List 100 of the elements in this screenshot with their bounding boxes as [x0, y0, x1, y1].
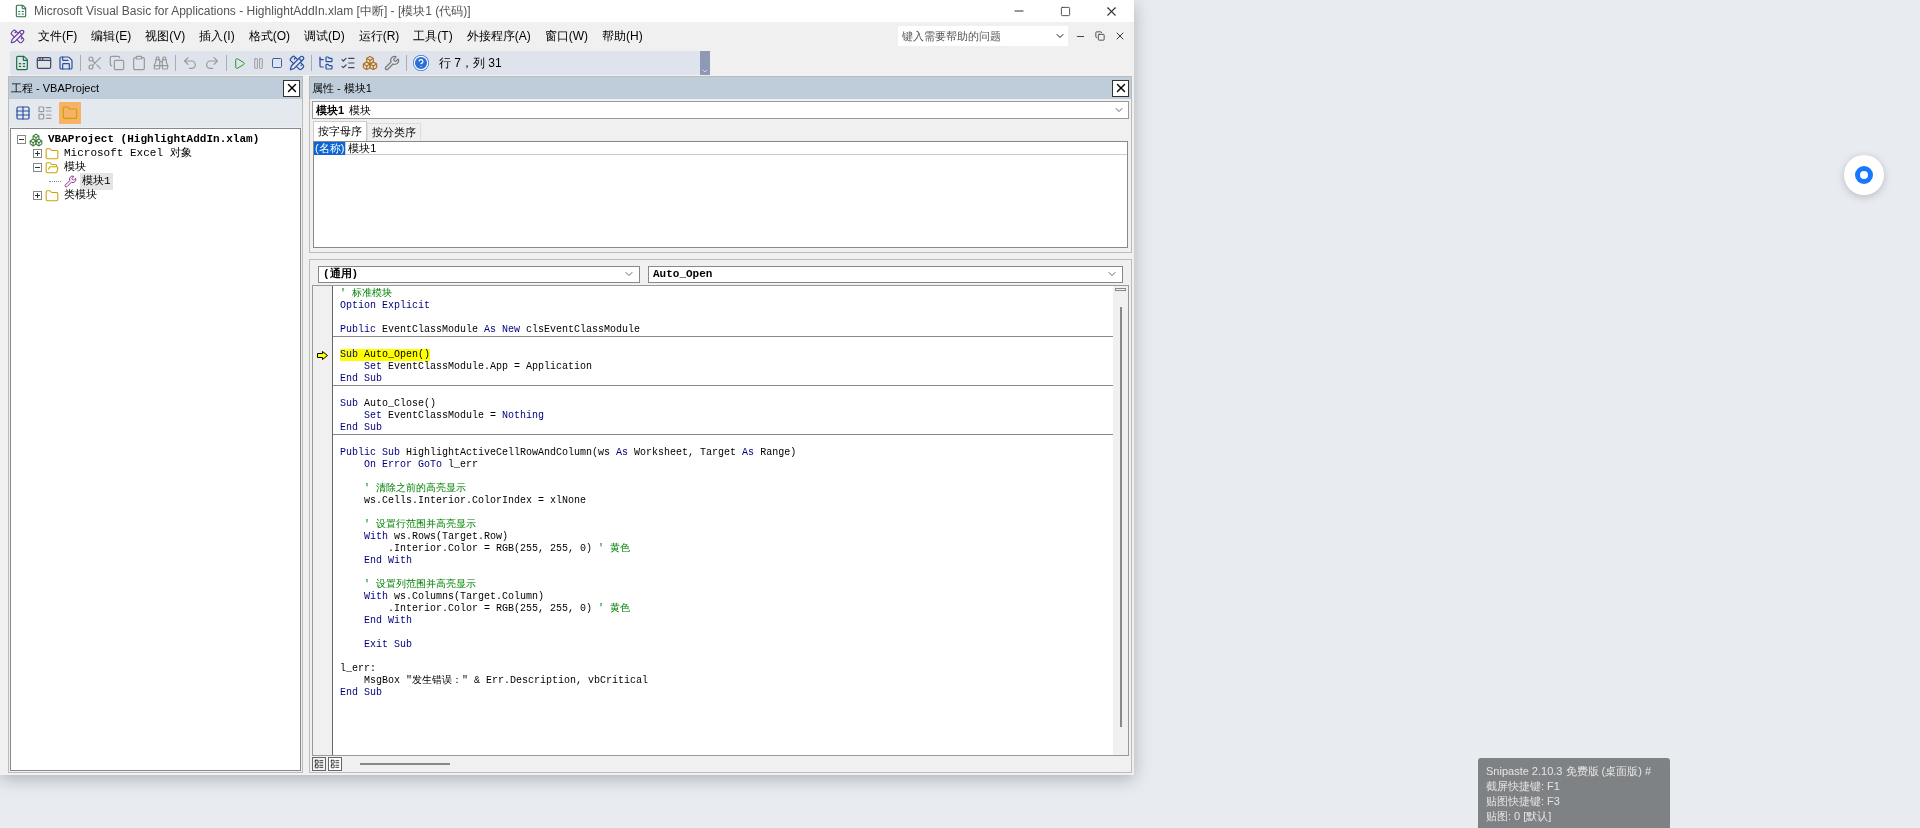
spreadsheet-icon[interactable]	[14, 55, 30, 71]
code-comment: ' 黄色	[598, 543, 631, 555]
object-dropdown[interactable]: 模块1 模块	[312, 101, 1129, 119]
tree-item[interactable]: 类模块	[62, 187, 99, 204]
menu-item[interactable]: 视图(V)	[138, 27, 193, 45]
code-keyword: End With	[363, 615, 412, 627]
tab[interactable]: 按分类序	[367, 123, 421, 141]
menu-item[interactable]: 插入(I)	[192, 27, 242, 45]
code-keyword: End Sub	[340, 373, 382, 385]
code-comment: ' 设置行范围并高亮显示	[363, 519, 476, 531]
code-text: HighlightActiveCellRowAndColumn(ws	[405, 447, 612, 459]
procedure-combo[interactable]: Auto_Open	[648, 265, 1123, 283]
property-name[interactable]: (名称)	[314, 141, 346, 155]
paste-icon[interactable]	[131, 55, 147, 71]
menu-item[interactable]: 文件(F)	[31, 27, 85, 45]
tree-item[interactable]: 模块	[62, 159, 88, 176]
code-text: ws.Rows(Target.Row)	[393, 531, 509, 543]
code-text: EventClassModule	[381, 324, 480, 336]
form-icon[interactable]	[36, 55, 52, 71]
expand-toggle[interactable]	[33, 191, 42, 200]
project-explorer-icon[interactable]	[318, 55, 334, 71]
menu-item[interactable]: 窗口(W)	[537, 27, 595, 45]
app-icon	[14, 4, 28, 18]
property-value[interactable]: 模块1	[345, 141, 377, 155]
code-keyword: End Sub	[340, 687, 382, 699]
stop-icon[interactable]	[271, 57, 283, 69]
menu-item[interactable]: 外接程序(A)	[459, 27, 538, 45]
window-title: Microsoft Visual Basic for Applications - HighlightAddIn.xlam [中断] - [模块1 (代码)]	[34, 3, 471, 20]
folder-icon	[45, 188, 59, 203]
menu-item[interactable]: 编辑(E)	[84, 27, 139, 45]
object-browser-icon[interactable]	[362, 55, 378, 71]
cut-icon[interactable]	[87, 55, 103, 71]
help-icon[interactable]	[413, 55, 429, 71]
procedure-view-icon[interactable]	[312, 757, 326, 771]
code-text: Auto_Close()	[363, 398, 437, 410]
code-keyword: End With	[363, 555, 412, 567]
pane-title: 工程 - VBAProject	[11, 80, 100, 96]
undo-icon[interactable]	[182, 55, 198, 71]
close-button[interactable]	[283, 79, 300, 97]
code-keyword: Public Sub	[340, 447, 400, 459]
full-module-view-icon[interactable]	[328, 757, 342, 771]
tab[interactable]: 按字母序	[313, 121, 367, 141]
menu-item[interactable]: 工具(T)	[406, 27, 460, 45]
code-text: .Interior.Color = RGB(255, 255, 0)	[387, 543, 594, 555]
collapse-toggle[interactable]	[33, 163, 42, 172]
collapse-toggle[interactable]	[17, 135, 26, 144]
code-keyword: With	[363, 591, 388, 603]
cursor-position: 行 7，列 31	[439, 55, 502, 72]
code-comment: ' 设置列范围并高亮显示	[363, 579, 476, 591]
object-combo[interactable]: (通用)	[318, 265, 640, 283]
menu-item[interactable]: 格式(O)	[241, 27, 297, 45]
code-keyword: Option Explicit	[340, 300, 430, 312]
save-icon[interactable]	[58, 55, 74, 71]
copy-icon[interactable]	[109, 55, 125, 71]
code-comment: ' 标准模块	[340, 288, 392, 300]
tree-item[interactable]: VBAProject (HighlightAddIn.xlam)	[46, 131, 262, 148]
expand-toggle[interactable]	[33, 149, 42, 158]
code-keyword: Set	[363, 361, 382, 373]
menu-item[interactable]: 运行(R)	[351, 27, 407, 45]
code-text: l_err:	[340, 663, 376, 675]
menu-item[interactable]: 调试(D)	[297, 27, 352, 45]
redo-icon[interactable]	[204, 55, 220, 71]
code-text: Worksheet, Target	[633, 447, 738, 459]
object-type: 模块	[349, 102, 372, 118]
tooltip-text: Snipaste 2.10.3 免费版 (桌面版) #	[1486, 764, 1653, 779]
view-object-icon[interactable]	[37, 105, 53, 121]
folder-icon	[45, 160, 59, 175]
toolbox-icon[interactable]	[384, 55, 400, 71]
tree-item[interactable]: Microsoft Excel 对象	[62, 145, 194, 162]
module-icon	[64, 175, 77, 188]
code-text: Range)	[759, 447, 797, 459]
code-keyword: Nothing	[502, 410, 545, 422]
code-keyword: Set	[363, 410, 382, 422]
code-text: ws.Cells.Interior.ColorIndex = xlNone	[363, 495, 587, 507]
help-search-field[interactable]: 键入需要帮助的问题	[898, 26, 1068, 46]
run-icon[interactable]	[233, 56, 246, 70]
folder-icon	[45, 146, 59, 161]
code-keyword: End Sub	[340, 422, 382, 434]
code-keyword: As	[616, 447, 629, 459]
code-text: clsEventClassModule	[525, 324, 641, 336]
code-keyword: On Error GoTo	[363, 459, 443, 471]
code-text: Auto_Open()	[358, 349, 431, 361]
find-icon[interactable]	[153, 55, 169, 71]
pane-title: 属性 - 模块1	[312, 80, 372, 96]
view-code-icon[interactable]	[15, 105, 31, 121]
pause-icon[interactable]	[252, 56, 265, 70]
toggle-folders-icon[interactable]	[59, 102, 81, 124]
code-text: ws.Columns(Target.Column)	[393, 591, 545, 603]
horizontal-scrollbar[interactable]	[360, 763, 450, 765]
code-keyword: Sub	[340, 398, 358, 410]
code-text: l_err	[447, 459, 479, 471]
tree-item[interactable]: 模块1	[80, 173, 113, 190]
code-keyword: Exit Sub	[363, 639, 412, 651]
object-name: 模块1	[316, 102, 345, 118]
close-button[interactable]	[1112, 79, 1129, 97]
design-mode-icon[interactable]	[289, 55, 305, 71]
properties-icon[interactable]	[340, 55, 356, 71]
restore-icon[interactable]	[1092, 31, 1108, 41]
code-text: EventClassModule =	[387, 410, 498, 422]
menu-item[interactable]: 帮助(H)	[595, 27, 650, 45]
